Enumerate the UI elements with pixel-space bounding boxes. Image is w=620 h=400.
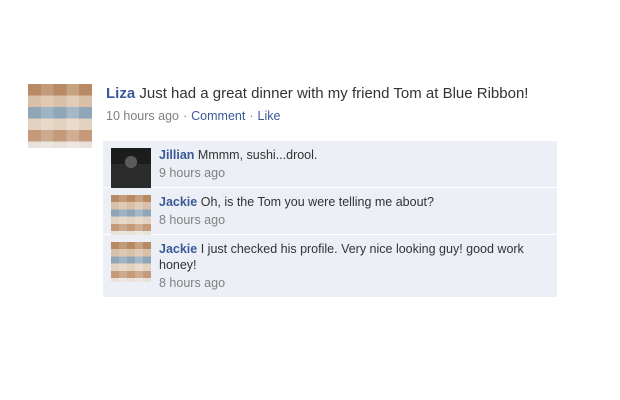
post-meta: 10 hours ago · Comment · Like xyxy=(106,108,576,124)
comment-body: Jillian Mmmm, sushi...drool. xyxy=(159,147,547,163)
commenter-avatar[interactable] xyxy=(111,148,151,188)
post-line: Liza Just had a great dinner with my fri… xyxy=(106,84,576,104)
comment-author-link[interactable]: Jackie xyxy=(159,195,197,209)
comment-timestamp: 9 hours ago xyxy=(159,166,226,180)
comment-list: Jillian Mmmm, sushi...drool. 9 hours ago… xyxy=(103,141,557,298)
post-text: Just had a great dinner with my friend T… xyxy=(139,85,529,102)
comment-timestamp: 8 hours ago xyxy=(159,213,226,227)
like-link[interactable]: Like xyxy=(258,109,281,123)
comment-text: Mmmm, sushi...drool. xyxy=(197,148,318,162)
commenter-avatar[interactable] xyxy=(111,195,151,235)
post-author-link[interactable]: Liza xyxy=(106,85,135,102)
meta-separator: · xyxy=(249,109,254,123)
comment-body: Jackie I just checked his profile. Very … xyxy=(159,241,547,273)
comment-author-link[interactable]: Jackie xyxy=(159,242,197,256)
meta-separator: · xyxy=(182,109,188,123)
comment-text: I just checked his profile. Very nice lo… xyxy=(159,242,524,272)
post-content: Liza Just had a great dinner with my fri… xyxy=(106,84,576,124)
post-timestamp: 10 hours ago xyxy=(106,109,179,123)
comment-link[interactable]: Comment xyxy=(191,109,245,123)
author-avatar[interactable] xyxy=(28,84,92,148)
commenter-avatar[interactable] xyxy=(111,242,151,282)
comment-item: Jillian Mmmm, sushi...drool. 9 hours ago xyxy=(103,141,557,188)
comment-item: Jackie Oh, is the Tom you were telling m… xyxy=(103,188,557,235)
comment-item: Jackie I just checked his profile. Very … xyxy=(103,235,557,298)
comment-body: Jackie Oh, is the Tom you were telling m… xyxy=(159,194,547,210)
comment-timestamp: 8 hours ago xyxy=(159,276,226,290)
comment-text: Oh, is the Tom you were telling me about… xyxy=(200,195,434,209)
comment-author-link[interactable]: Jillian xyxy=(159,148,194,162)
